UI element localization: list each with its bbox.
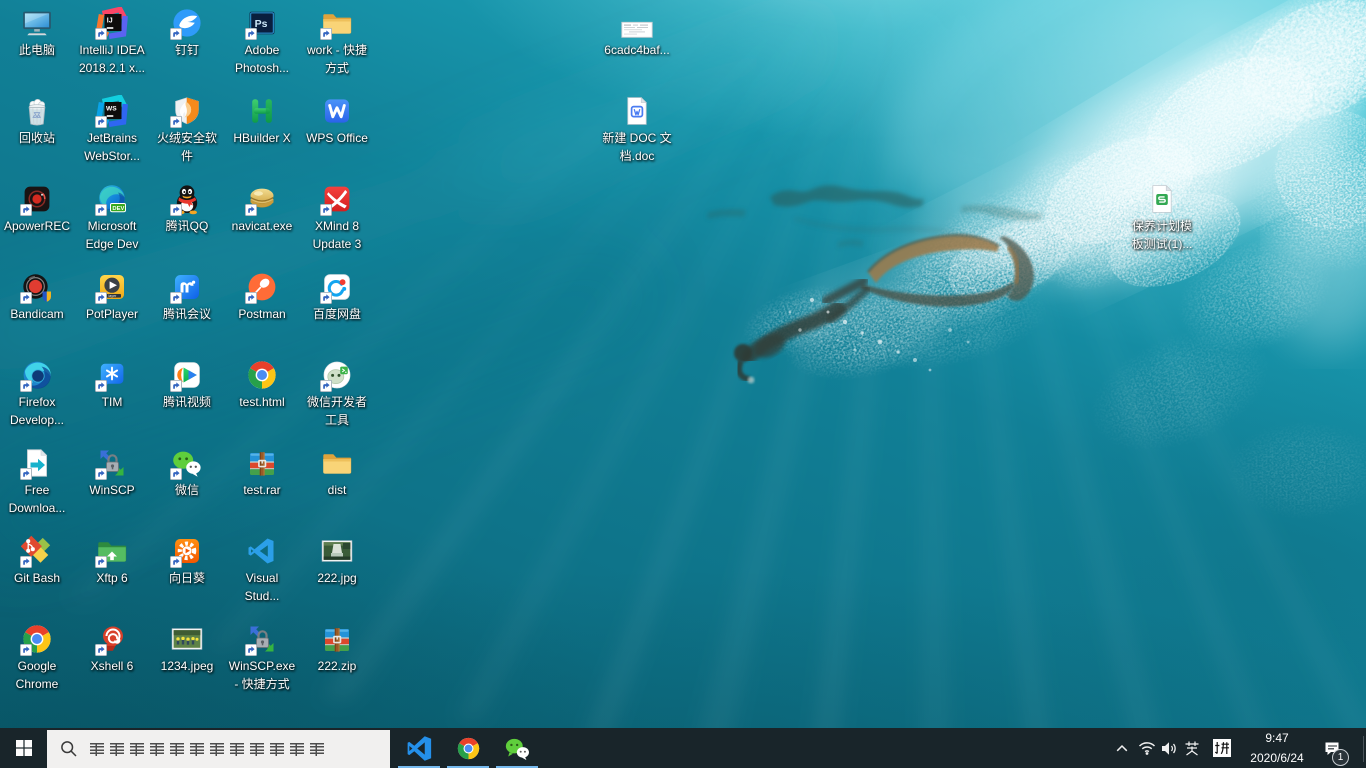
svg-text:DEV: DEV bbox=[112, 206, 124, 212]
svg-text:WS: WS bbox=[106, 106, 117, 113]
svg-text:layer: layer bbox=[109, 294, 118, 298]
svg-text:IJ: IJ bbox=[107, 18, 113, 25]
